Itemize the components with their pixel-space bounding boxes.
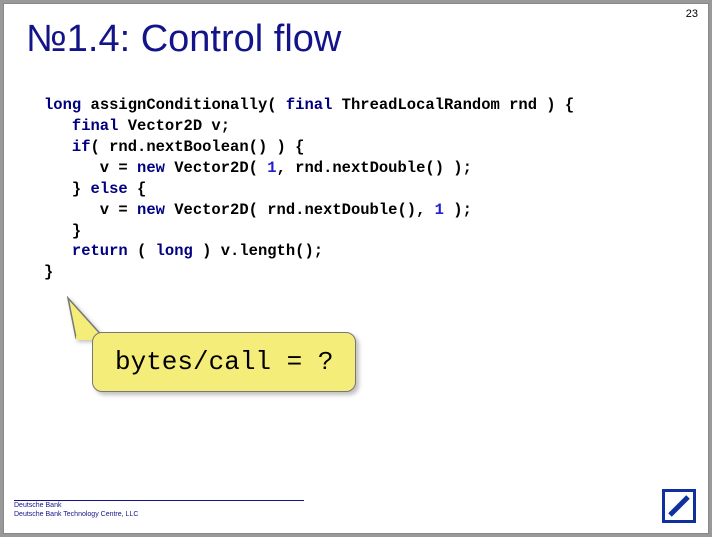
callout-text: bytes/call = ? [115,347,333,377]
code-text: ( [128,242,156,260]
footer-line2: Deutsche Bank Technology Centre, LLC [14,511,138,519]
code-kw: final [286,96,333,114]
code-text [44,117,72,135]
code-kw: else [91,180,128,198]
code-text: v = [44,201,137,219]
code-text: ); [444,201,472,219]
code-num: 1 [267,159,276,177]
code-kw: new [137,201,165,219]
page-number: 23 [686,8,698,20]
code-kw: long [44,96,81,114]
slide-title: №1.4: Control flow [4,4,708,61]
code-text: Vector2D( rnd.nextDouble(), [165,201,435,219]
footer: Deutsche Bank Deutsche Bank Technology C… [14,502,138,519]
slide: 23 №1.4: Control flow long assignConditi… [3,3,709,534]
code-kw: new [137,159,165,177]
footer-divider [14,500,304,501]
code-text: ) v.length(); [193,242,323,260]
code-text: v = [44,159,137,177]
code-text: Vector2D v; [118,117,230,135]
code-kw: long [156,242,193,260]
code-text: , rnd.nextDouble() ); [277,159,472,177]
code-text: { [128,180,147,198]
code-num: 1 [435,201,444,219]
code-text [44,138,72,156]
code-block: long assignConditionally( final ThreadLo… [4,61,708,283]
code-text: assignConditionally( [81,96,286,114]
code-kw: return [72,242,128,260]
code-text [44,242,72,260]
code-text: ( rnd.nextBoolean() ) { [91,138,305,156]
code-kw: if [72,138,91,156]
code-text: } [44,222,81,240]
code-text: } [44,263,53,281]
callout: bytes/call = ? [92,332,356,392]
code-text: Vector2D( [165,159,267,177]
code-kw: final [72,117,119,135]
callout-box: bytes/call = ? [92,332,356,392]
code-text: ThreadLocalRandom rnd ) { [332,96,574,114]
deutsche-bank-logo-icon [662,489,696,523]
footer-line1: Deutsche Bank [14,502,138,510]
code-text: } [44,180,91,198]
